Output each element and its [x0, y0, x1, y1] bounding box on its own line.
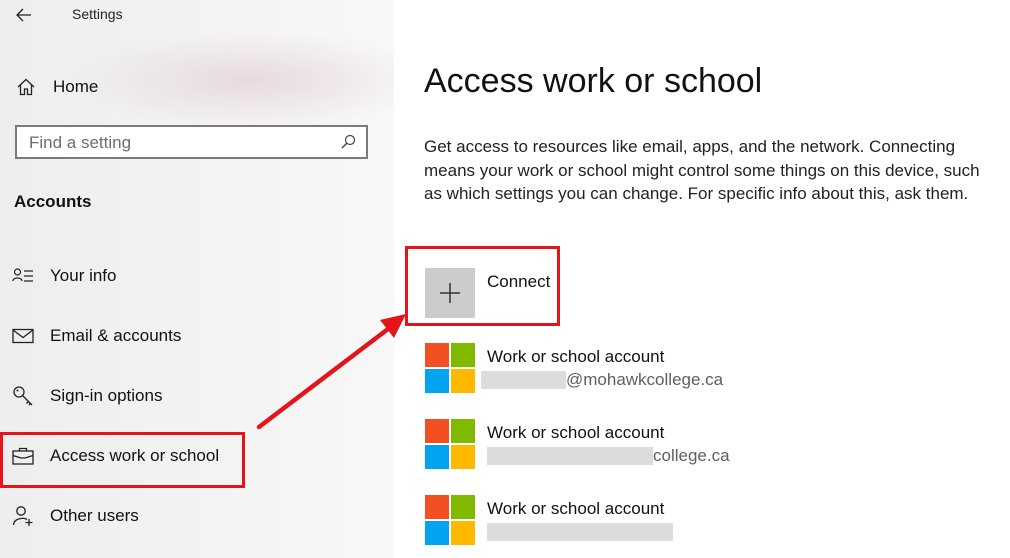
annotation-arrow	[256, 314, 406, 430]
